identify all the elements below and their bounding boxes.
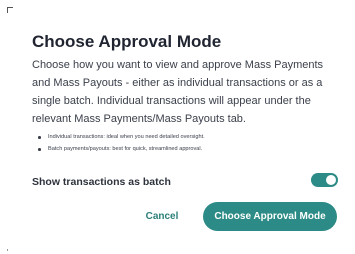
approval-mode-dialog: Choose Approval Mode Choose how you want…: [0, 0, 355, 254]
toggle-knob: [326, 175, 336, 185]
screen: Choose Approval Mode Choose how you want…: [0, 0, 355, 254]
approval-options-list: Individual transactions: ideal when you …: [32, 131, 205, 155]
dialog-description: Choose how you want to view and approve …: [32, 59, 324, 125]
batch-toggle-switch[interactable]: [311, 173, 338, 187]
dialog-title: Choose Approval Mode: [32, 32, 222, 51]
batch-toggle-label: Show transactions as batch: [32, 176, 171, 188]
list-item-individual: Individual transactions: ideal when you …: [38, 131, 205, 143]
choose-approval-mode-button[interactable]: Choose Approval Mode: [203, 202, 337, 231]
cancel-button[interactable]: Cancel: [140, 204, 184, 228]
list-item-batch: Batch payments/payouts: best for quick, …: [38, 143, 205, 155]
